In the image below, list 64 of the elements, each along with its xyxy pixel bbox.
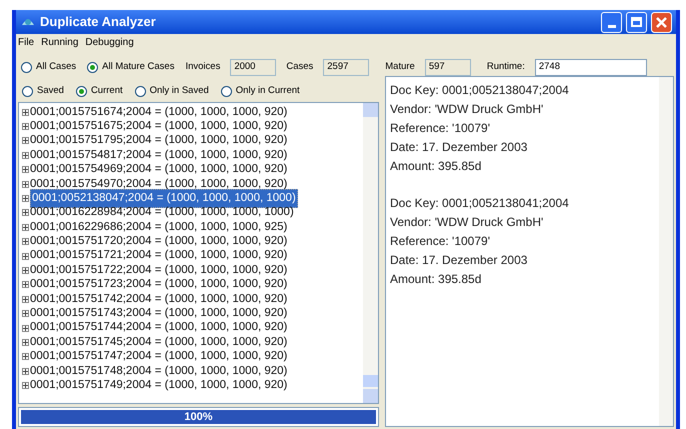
field-label: Runtime: [486,60,525,74]
radio-option[interactable]: Saved [22,84,64,98]
radio-button[interactable] [76,86,87,96]
progress-label: 100% [184,410,213,425]
expand-icon[interactable] [22,123,29,130]
expand-icon[interactable] [22,266,29,274]
expand-icon[interactable] [22,152,29,159]
readonly-field: 2597 [323,58,370,76]
scrollbar[interactable] [363,103,378,403]
radio-button[interactable] [22,86,33,96]
radio-button[interactable] [87,62,98,72]
tree-item[interactable]: 0001;0015751748;2004 = (1000, 1000, 1000, 920) [30,362,288,380]
expand-icon[interactable] [22,180,29,188]
radio-option[interactable]: Only in Current [220,84,300,98]
tree-item[interactable]: 0001;0015754969;2004 = (1000, 1000, 1000, 920) [30,161,288,178]
expand-icon[interactable] [22,252,29,260]
radio-option[interactable]: All Mature Cases [87,60,174,74]
detail-line: Date: 17. Dezember 2003 [390,139,528,156]
radio-button[interactable] [21,62,32,72]
expand-icon[interactable] [22,296,29,303]
expand-icon[interactable] [22,195,29,202]
readonly-field: 2000 [230,58,276,76]
expand-icon[interactable] [22,281,29,288]
detail-line: Reference: '10079' [390,233,491,250]
detail-line: Amount: 395.85d [390,271,482,288]
maximize-button[interactable] [626,12,647,32]
scrollbar[interactable] [659,77,673,426]
expand-icon[interactable] [22,137,29,144]
detail-line: Date: 17. Dezember 2003 [390,252,528,269]
radio-button[interactable] [134,86,146,96]
detail-line: Reference: '10079' [390,120,491,137]
expand-icon[interactable] [22,338,29,346]
detail-line: Vendor: 'WDW Druck GmbH' [390,214,544,231]
detail-line: Vendor: 'WDW Druck GmbH' [390,101,544,118]
window-title: Duplicate Analyzer [40,13,157,32]
expand-icon[interactable] [22,368,29,375]
expand-icon[interactable] [22,353,29,360]
radio-option[interactable]: Only in Saved [134,84,209,98]
expand-icon[interactable] [22,310,29,318]
minimize-button[interactable] [601,12,622,32]
expand-icon[interactable] [22,382,29,390]
radio-option[interactable]: All Cases [21,60,76,74]
close-icon[interactable] [651,12,672,32]
detail-line: Doc Key: 0001;0052138047;2004 [390,82,570,99]
radio-option[interactable]: Current [76,84,123,98]
expand-icon[interactable] [22,209,29,216]
scroll-thumb[interactable] [363,375,378,387]
field-label: Mature [385,60,415,74]
detail-line: Amount: 395.85d [390,158,482,175]
radio-button[interactable] [220,86,232,96]
tree-item[interactable]: 0001;0015751749;2004 = (1000, 1000, 1000, 920) [30,377,288,394]
field-label: Cases [286,60,314,74]
detail-line: Doc Key: 0001;0052138041;2004 [390,195,570,212]
expand-icon[interactable] [22,324,29,332]
field-label: Invoices [185,60,220,74]
expand-icon[interactable] [22,166,29,174]
menu-item[interactable]: File [18,35,34,50]
expand-icon[interactable] [22,224,29,231]
input-field[interactable]: 2748 [534,58,647,76]
expand-icon[interactable] [22,238,29,246]
readonly-field: 597 [424,58,471,76]
menu-item[interactable]: Running [41,35,78,50]
expand-icon[interactable] [22,108,29,116]
menu-item[interactable]: Debugging [85,35,134,50]
